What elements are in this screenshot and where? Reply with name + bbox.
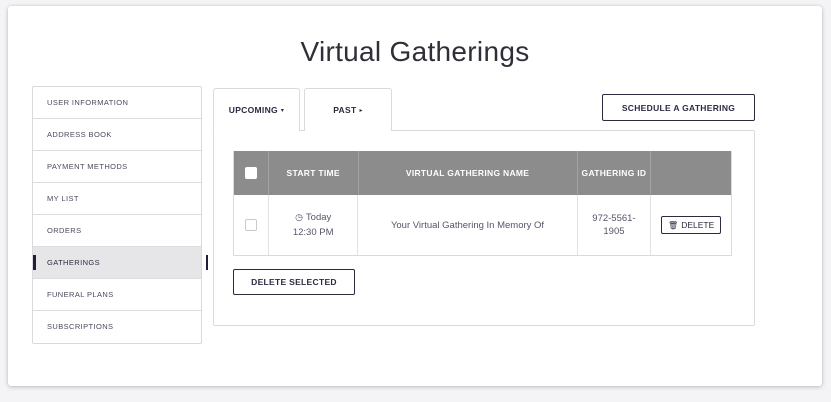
start-time-cell: ◷ Today 12:30 PM bbox=[267, 195, 358, 255]
row-checkbox[interactable] bbox=[244, 219, 257, 231]
sidebar-item-funeral-plans[interactable]: FUNERAL PLANS bbox=[33, 279, 201, 311]
sidebar-item-user-information[interactable]: USER INFORMATION bbox=[33, 87, 201, 119]
sidebar-item-address-book[interactable]: ADDRESS BOOK bbox=[33, 119, 201, 151]
row-select-cell bbox=[234, 195, 268, 255]
delete-label: DELETE bbox=[681, 220, 715, 230]
trash-icon: 🗑 bbox=[668, 220, 679, 230]
gatherings-table: START TIME VIRTUAL GATHERING NAME GATHER… bbox=[233, 151, 732, 256]
gathering-id-cell: 972-5561-1905 bbox=[576, 195, 651, 255]
start-day-text: Today bbox=[305, 212, 332, 223]
sidebar-item-orders[interactable]: ORDERS bbox=[33, 215, 201, 247]
column-header-gathering-id: GATHERING ID bbox=[576, 151, 651, 195]
row-actions-cell: 🗑 DELETE bbox=[650, 195, 731, 255]
column-header-actions bbox=[650, 151, 731, 195]
delete-button[interactable]: 🗑 DELETE bbox=[661, 216, 722, 234]
chevron-right-icon: ▸ bbox=[359, 107, 363, 114]
sidebar-item-my-list[interactable]: MY LIST bbox=[33, 183, 201, 215]
account-sidebar: USER INFORMATION ADDRESS BOOK PAYMENT ME… bbox=[32, 86, 208, 344]
tab-upcoming[interactable]: UPCOMING ▾ bbox=[213, 88, 300, 131]
sidebar-item-payment-methods[interactable]: PAYMENT METHODS bbox=[33, 151, 201, 183]
column-header-start-time: START TIME bbox=[267, 151, 358, 195]
select-all-cell bbox=[234, 151, 268, 195]
select-all-checkbox[interactable] bbox=[244, 167, 257, 179]
schedule-gathering-button[interactable]: SCHEDULE A GATHERING bbox=[602, 94, 755, 121]
table-row: ◷ Today 12:30 PM Your Virtual Gathering I… bbox=[234, 195, 731, 255]
start-day: ◷ Today bbox=[295, 210, 331, 225]
page-title: Virtual Gatherings bbox=[300, 36, 530, 67]
sidebar-item-subscriptions[interactable]: SUBSCRIPTIONS bbox=[33, 311, 201, 343]
chevron-down-icon: ▾ bbox=[280, 107, 285, 114]
clock-icon: ◷ bbox=[295, 212, 303, 222]
table-header: START TIME VIRTUAL GATHERING NAME GATHER… bbox=[234, 151, 731, 195]
delete-selected-button[interactable]: DELETE SELECTED bbox=[233, 269, 355, 295]
tab-past[interactable]: PAST ▸ bbox=[304, 88, 392, 131]
tab-upcoming-label: UPCOMING bbox=[228, 105, 278, 115]
start-time-text: 12:30 PM bbox=[292, 227, 334, 238]
tab-past-label: PAST bbox=[333, 105, 357, 115]
sidebar-item-gatherings[interactable]: GATHERINGS bbox=[33, 247, 208, 279]
gathering-name-cell: Your Virtual Gathering In Memory Of bbox=[357, 195, 576, 255]
column-header-name: VIRTUAL GATHERING NAME bbox=[357, 151, 577, 195]
